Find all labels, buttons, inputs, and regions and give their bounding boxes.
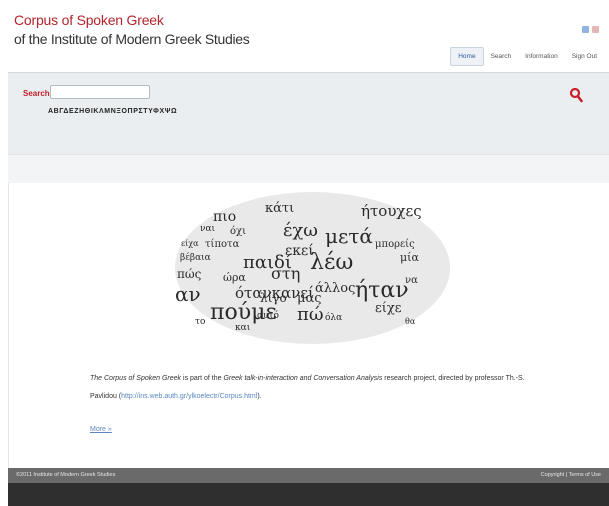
description-text2: research project, directed by professor … xyxy=(382,375,525,382)
site-title-line2[interactable]: of the Institute of Modern Greek Studies xyxy=(14,31,250,47)
cloud-word: να xyxy=(405,275,418,286)
header: Corpus of Spoken Greek of the Institute … xyxy=(0,0,609,72)
search-input[interactable] xyxy=(50,85,150,99)
uk-flag-icon[interactable] xyxy=(592,26,599,33)
greek-flag-icon[interactable] xyxy=(582,26,589,33)
cloud-word: θα xyxy=(405,317,416,326)
cloud-word: είχα xyxy=(181,239,199,248)
cloud-word: στη xyxy=(271,264,301,283)
footer: ©2011 Institute of Modern Greek Studies … xyxy=(8,468,609,483)
description-line1: The Corpus of Spoken Greek is part of th… xyxy=(90,370,590,388)
nav-search[interactable]: Search xyxy=(484,48,519,65)
site-title-line1[interactable]: Corpus of Spoken Greek xyxy=(14,12,164,28)
language-switcher xyxy=(582,26,599,33)
word-cloud: πιο κάτι ήτουχες ναι όχι έχω μετά είχα τίποτα εκε… xyxy=(175,192,450,344)
cloud-word: ναι xyxy=(200,224,216,234)
cloud-word: αυτό xyxy=(257,311,279,321)
corpus-name: The Corpus of Spoken Greek xyxy=(90,375,182,382)
cloud-word: όλα xyxy=(325,313,343,323)
description-text1: is part of the xyxy=(181,375,224,382)
project-description: The Corpus of Spoken Greek is part of th… xyxy=(90,370,590,406)
cloud-word: ήτουχες xyxy=(361,202,422,220)
corpus-link[interactable]: http://ins.web.auth.gr/ylkoelectr/Corpus… xyxy=(121,393,257,400)
cloud-word: λέω xyxy=(310,250,354,275)
main-nav: Home Search Information Sign Out xyxy=(450,47,604,66)
cloud-word: μετά xyxy=(325,224,373,248)
search-band-footer xyxy=(8,154,609,183)
description-line2: Pavlidou (http://ins.web.auth.gr/ylkoele… xyxy=(90,388,590,406)
cloud-word: κάτι xyxy=(265,201,295,216)
nav-sign-out[interactable]: Sign Out xyxy=(565,48,604,65)
cloud-word: μπορείς xyxy=(375,239,415,250)
search-label: Search: xyxy=(23,89,53,98)
cloud-word: αν xyxy=(175,282,201,306)
description-end: ). xyxy=(257,393,262,400)
nav-home[interactable]: Home xyxy=(450,47,484,66)
cloud-word: βέβαια xyxy=(180,253,211,263)
nav-information[interactable]: Information xyxy=(518,48,565,65)
cloud-word: έχω xyxy=(283,220,318,241)
search-icon[interactable] xyxy=(569,87,583,103)
search-band: Search: ΑΒΓΔΕΖΗΘΙΚΛΜΝΞΟΠΡΣΤΥΦΧΨΩ xyxy=(8,72,609,155)
cloud-word: πώ xyxy=(297,304,324,325)
footer-copyright: ©2011 Institute of Modern Greek Studies xyxy=(16,472,116,478)
cloud-word: είχε xyxy=(375,301,402,316)
description-author: Pavlidou ( xyxy=(90,393,122,400)
project-name: Greek talk-in-interaction and Conversati… xyxy=(223,375,383,382)
cloud-word: πώς xyxy=(177,267,202,281)
cloud-word: πιο xyxy=(213,209,237,225)
cloud-word: μία xyxy=(400,251,419,264)
more-link[interactable]: More » xyxy=(90,426,112,433)
cloud-word: τίποτα xyxy=(205,239,240,250)
cloud-word: και xyxy=(235,323,251,333)
cloud-word: όχι xyxy=(230,226,247,237)
cloud-word: ώρα xyxy=(223,271,246,284)
footer-links[interactable]: Copyright | Terms of Use xyxy=(541,472,601,478)
cloud-word: ήταν xyxy=(355,278,409,303)
page: Corpus of Spoken Greek of the Institute … xyxy=(0,0,609,506)
cloud-word: το xyxy=(195,317,206,327)
greek-alphabet-index[interactable]: ΑΒΓΔΕΖΗΘΙΚΛΜΝΞΟΠΡΣΤΥΦΧΨΩ xyxy=(48,108,177,115)
footer-bottom-bar xyxy=(8,483,609,506)
